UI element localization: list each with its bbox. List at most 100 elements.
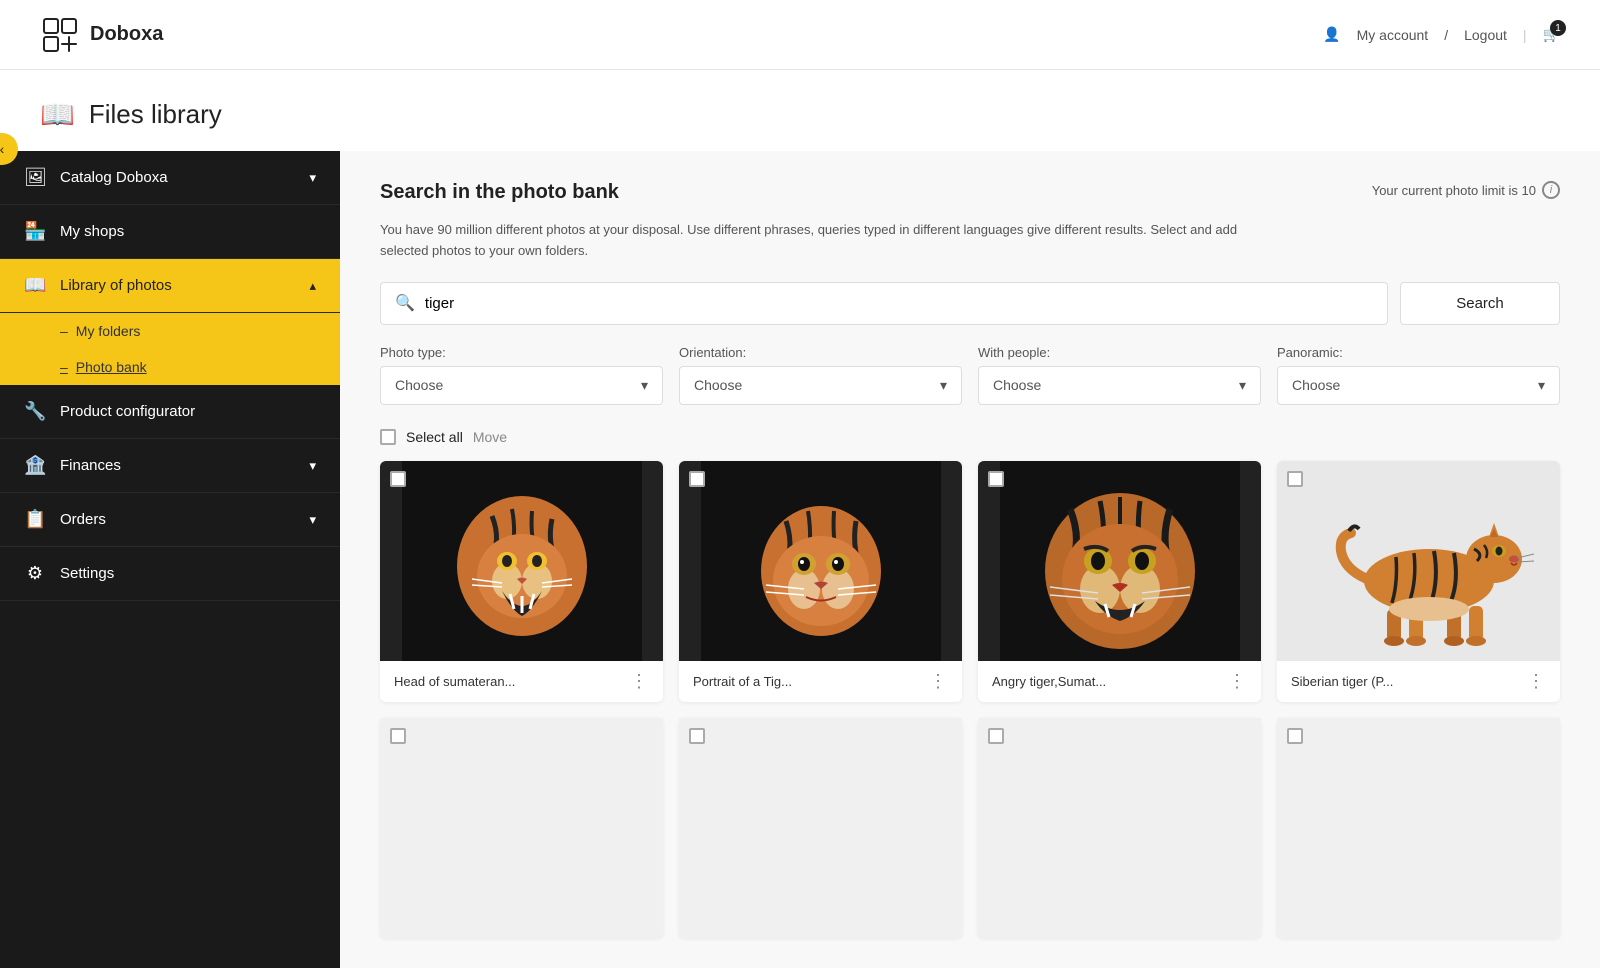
chevron-down-with-people: ▾ bbox=[1239, 377, 1246, 394]
orders-icon: 📋 bbox=[24, 509, 46, 530]
filter-label-orientation: Orientation: bbox=[679, 345, 962, 360]
info-icon: i bbox=[1542, 181, 1560, 199]
photo-checkbox-2[interactable] bbox=[689, 471, 705, 492]
photo-menu-button-2[interactable]: ⋮ bbox=[929, 671, 948, 692]
sidebar-label-finances: Finances bbox=[60, 457, 121, 474]
sidebar-label-orders: Orders bbox=[60, 511, 106, 528]
photo-checkbox-4[interactable] bbox=[1287, 471, 1303, 492]
search-input[interactable] bbox=[425, 283, 1373, 324]
catalog-icon: 🖼 bbox=[24, 167, 46, 188]
photo-checkbox-1[interactable] bbox=[390, 471, 406, 492]
photo-checkbox-5[interactable] bbox=[390, 728, 406, 749]
filter-select-orientation[interactable]: Choose ▾ bbox=[679, 366, 962, 405]
sidebar-sub-menu: – My folders – Photo bank bbox=[0, 313, 340, 385]
photo-menu-button-3[interactable]: ⋮ bbox=[1228, 671, 1247, 692]
photo-image-2 bbox=[679, 461, 962, 661]
filter-label-panoramic: Panoramic: bbox=[1277, 345, 1560, 360]
photo-checkbox-3[interactable] bbox=[988, 471, 1004, 492]
search-button[interactable]: Search bbox=[1400, 282, 1560, 325]
filter-value-orientation: Choose bbox=[694, 377, 742, 393]
chevron-up-icon: ▴ bbox=[309, 278, 316, 294]
header-divider: | bbox=[1523, 27, 1527, 43]
finances-icon: 🏦 bbox=[24, 455, 46, 476]
select-all-row: Select all Move bbox=[380, 429, 1560, 445]
main-content: Search in the photo bank Your current ph… bbox=[340, 151, 1600, 968]
chevron-down-orientation: ▾ bbox=[940, 377, 947, 394]
search-bar-row: 🔍 Search bbox=[380, 282, 1560, 325]
photo-card-4: Siberian tiger (P... ⋮ bbox=[1277, 461, 1560, 702]
photo-limit-text: Your current photo limit is 10 bbox=[1372, 183, 1536, 198]
settings-icon: ⚙ bbox=[24, 563, 46, 584]
photo-image-3 bbox=[978, 461, 1261, 661]
sidebar-label-catalog: Catalog Doboxa bbox=[60, 169, 168, 186]
select-all-label[interactable]: Select all bbox=[406, 429, 463, 445]
photo-card-7 bbox=[978, 718, 1261, 938]
shops-icon: 🏪 bbox=[24, 221, 46, 242]
photo-grid: Head of sumateran... ⋮ bbox=[380, 461, 1560, 702]
photo-card-1: Head of sumateran... ⋮ bbox=[380, 461, 663, 702]
photo-checkbox-7[interactable] bbox=[988, 728, 1004, 749]
logout-link[interactable]: Logout bbox=[1464, 27, 1507, 43]
photo-image-1 bbox=[380, 461, 663, 661]
page-title-area: 📖 Files library bbox=[0, 70, 1600, 151]
photo-card-3: Angry tiger,Sumat... ⋮ bbox=[978, 461, 1261, 702]
configurator-icon: 🔧 bbox=[24, 401, 46, 422]
photo-menu-button-4[interactable]: ⋮ bbox=[1527, 671, 1546, 692]
library-icon: 📖 bbox=[24, 275, 46, 296]
app-name: Doboxa bbox=[90, 23, 163, 46]
filter-value-panoramic: Choose bbox=[1292, 377, 1340, 393]
select-all-checkbox[interactable] bbox=[380, 429, 396, 445]
photo-bank-title: Search in the photo bank bbox=[380, 181, 619, 204]
logo-icon bbox=[40, 15, 80, 55]
sidebar-item-orders[interactable]: 📋 Orders ▾ bbox=[0, 493, 340, 547]
photo-name-1: Head of sumateran... bbox=[394, 674, 515, 689]
page-title-icon: 📖 bbox=[40, 98, 75, 131]
filter-select-with-people[interactable]: Choose ▾ bbox=[978, 366, 1261, 405]
photo-limit: Your current photo limit is 10 i bbox=[1372, 181, 1560, 199]
logo: Doboxa bbox=[40, 15, 163, 55]
sidebar-item-settings[interactable]: ⚙ Settings bbox=[0, 547, 340, 601]
filter-label-with-people: With people: bbox=[978, 345, 1261, 360]
cart-count: 1 bbox=[1550, 20, 1566, 36]
header-right: 👤 My account / Logout | 🛒 1 bbox=[1323, 26, 1560, 43]
account-icon: 👤 bbox=[1323, 26, 1340, 43]
sidebar-item-library[interactable]: 📖 Library of photos ▴ bbox=[0, 259, 340, 313]
sidebar: ‹ 🖼 Catalog Doboxa ▾ 🏪 My shops 📖 Librar… bbox=[0, 151, 340, 968]
filter-label-photo-type: Photo type: bbox=[380, 345, 663, 360]
filter-panoramic: Panoramic: Choose ▾ bbox=[1277, 345, 1560, 405]
cart[interactable]: 🛒 1 bbox=[1543, 26, 1560, 43]
sidebar-label-shops: My shops bbox=[60, 223, 124, 240]
filter-orientation: Orientation: Choose ▾ bbox=[679, 345, 962, 405]
photo-name-2: Portrait of a Tig... bbox=[693, 674, 792, 689]
photo-checkbox-8[interactable] bbox=[1287, 728, 1303, 749]
photo-name-4: Siberian tiger (P... bbox=[1291, 674, 1393, 689]
main-layout: ‹ 🖼 Catalog Doboxa ▾ 🏪 My shops 📖 Librar… bbox=[0, 151, 1600, 968]
filter-photo-type: Photo type: Choose ▾ bbox=[380, 345, 663, 405]
filter-select-photo-type[interactable]: Choose ▾ bbox=[380, 366, 663, 405]
sidebar-sub-photo-bank[interactable]: – Photo bank bbox=[0, 349, 340, 385]
filter-with-people: With people: Choose ▾ bbox=[978, 345, 1261, 405]
sidebar-item-finances[interactable]: 🏦 Finances ▾ bbox=[0, 439, 340, 493]
photo-card-5 bbox=[380, 718, 663, 938]
photo-menu-button-1[interactable]: ⋮ bbox=[630, 671, 649, 692]
page-title: Files library bbox=[89, 99, 222, 130]
sidebar-sub-my-folders[interactable]: – My folders bbox=[0, 313, 340, 349]
photo-card-6 bbox=[679, 718, 962, 938]
sidebar-item-product-configurator[interactable]: 🔧 Product configurator bbox=[0, 385, 340, 439]
my-account-link[interactable]: My account bbox=[1357, 27, 1429, 43]
photo-bank-description: You have 90 million different photos at … bbox=[380, 220, 1280, 262]
photo-checkbox-6[interactable] bbox=[689, 728, 705, 749]
photo-bank-header: Search in the photo bank Your current ph… bbox=[380, 181, 1560, 204]
move-button[interactable]: Move bbox=[473, 429, 507, 445]
search-input-wrap: 🔍 bbox=[380, 282, 1388, 325]
sidebar-label-library: Library of photos bbox=[60, 277, 172, 294]
chevron-left-icon: ‹ bbox=[0, 141, 4, 157]
photo-grid-row2 bbox=[380, 718, 1560, 938]
header-separator: / bbox=[1444, 27, 1448, 43]
search-icon: 🔍 bbox=[395, 293, 415, 313]
filter-select-panoramic[interactable]: Choose ▾ bbox=[1277, 366, 1560, 405]
sidebar-item-catalog[interactable]: 🖼 Catalog Doboxa ▾ bbox=[0, 151, 340, 205]
chevron-down-icon-finances: ▾ bbox=[309, 458, 316, 474]
sidebar-item-my-shops[interactable]: 🏪 My shops bbox=[0, 205, 340, 259]
photo-card-8 bbox=[1277, 718, 1560, 938]
